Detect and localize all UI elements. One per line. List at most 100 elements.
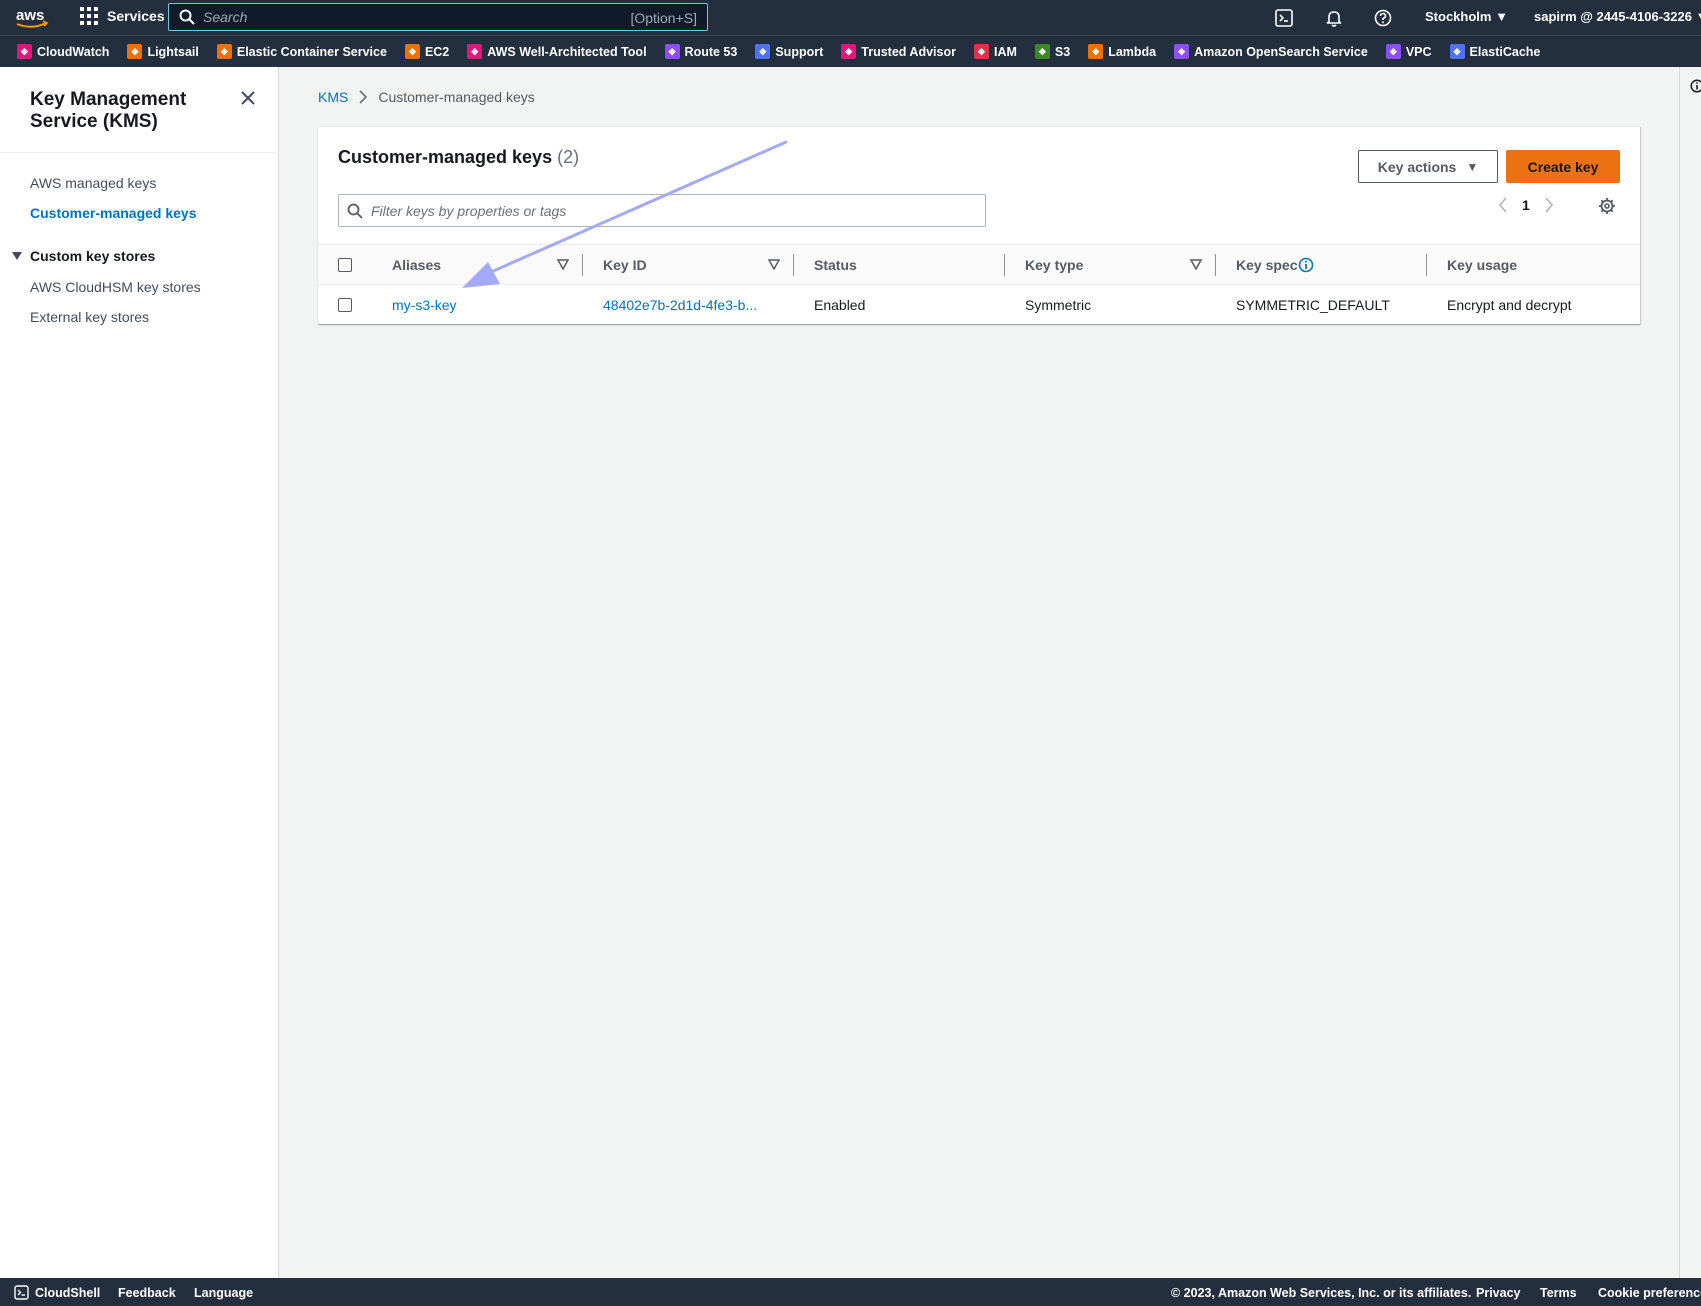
key-id-link[interactable]: 48402e7b-2d1d-4fe3-b... — [603, 297, 757, 313]
page-number[interactable]: 1 — [1522, 197, 1530, 213]
region-label: Stockholm — [1425, 9, 1492, 24]
favorite-item[interactable]: ◈ Lambda — [1088, 44, 1156, 59]
create-key-button[interactable]: Create key — [1506, 150, 1620, 183]
column-header-key-spec[interactable]: Key spec — [1236, 257, 1297, 273]
search-icon — [347, 203, 363, 219]
cloudshell-icon[interactable] — [1275, 8, 1293, 28]
service-icon: ◈ — [664, 44, 680, 59]
caret-down-icon: ▼ — [1495, 9, 1508, 24]
svg-text:aws: aws — [16, 7, 44, 24]
sidebar-section-label: Custom key stores — [30, 248, 156, 264]
region-selector[interactable]: Stockholm ▼ — [1425, 9, 1508, 24]
favorite-label: Lambda — [1108, 44, 1157, 59]
sidebar-item-aws-managed-keys[interactable]: AWS managed keys — [30, 175, 156, 191]
account-menu[interactable]: sapirm @ 2445-4106-3226 ▼ — [1534, 9, 1701, 24]
favorite-item[interactable]: ◈ Amazon OpenSearch Service — [1174, 44, 1368, 59]
sidebar-item-cloudhsm-key-stores[interactable]: AWS CloudHSM key stores — [30, 279, 201, 295]
services-menu[interactable]: Services — [80, 7, 165, 25]
info-icon[interactable] — [1690, 79, 1701, 93]
breadcrumb: KMS Customer-managed keys — [318, 89, 535, 105]
favorite-item[interactable]: ◈ ElastiCache — [1449, 44, 1541, 59]
column-divider[interactable] — [582, 254, 583, 276]
footer-terms[interactable]: Terms — [1540, 1286, 1577, 1300]
help-icon[interactable] — [1374, 8, 1392, 28]
key-usage: Encrypt and decrypt — [1447, 297, 1572, 313]
service-icon: ◈ — [1088, 44, 1104, 59]
favorite-item[interactable]: ◈ Elastic Container Service — [216, 44, 387, 59]
footer-cloudshell[interactable]: CloudShell — [35, 1286, 100, 1300]
panel-title-text: Customer-managed keys — [338, 147, 553, 167]
search-input[interactable]: Search [Option+S] — [168, 3, 708, 31]
column-header-aliases[interactable]: Aliases — [392, 257, 441, 273]
chevron-right-icon[interactable] — [1544, 197, 1554, 213]
favorite-item[interactable]: ◈ EC2 — [404, 44, 449, 59]
favorite-item[interactable]: ◈ VPC — [1385, 44, 1432, 59]
column-divider[interactable] — [1004, 254, 1005, 276]
favorite-item[interactable]: ◈ AWS Well-Architected Tool — [467, 44, 647, 59]
favorite-label: IAM — [993, 44, 1017, 59]
column-header-key-usage[interactable]: Key usage — [1447, 257, 1517, 273]
column-divider[interactable] — [793, 254, 794, 276]
column-header-status[interactable]: Status — [814, 257, 857, 273]
services-label: Services — [107, 8, 165, 24]
key-alias-link[interactable]: my-s3-key — [392, 297, 457, 313]
favorite-item[interactable]: ◈ Route 53 — [664, 44, 737, 59]
sidebar-item-external-key-stores[interactable]: External key stores — [30, 309, 149, 325]
aws-logo[interactable]: aws — [14, 5, 50, 31]
account-label: sapirm @ 2445-4106-3226 — [1534, 9, 1692, 24]
footer-feedback[interactable]: Feedback — [118, 1286, 176, 1300]
close-icon[interactable] — [238, 88, 258, 108]
column-header-key-id[interactable]: Key ID — [603, 257, 647, 273]
sort-icon[interactable] — [1190, 259, 1202, 270]
sidebar-section-custom-key-stores[interactable]: Custom key stores — [12, 248, 155, 264]
favorite-item[interactable]: ◈ Lightsail — [127, 44, 199, 59]
grid-icon — [80, 7, 98, 25]
sidebar-divider — [0, 152, 279, 153]
sort-icon[interactable] — [768, 259, 780, 270]
service-icon: ◈ — [216, 44, 232, 59]
caret-down-icon — [12, 252, 22, 260]
select-all-checkbox[interactable] — [338, 258, 352, 272]
key-actions-button[interactable]: Key actions ▼ — [1358, 150, 1498, 183]
bell-icon[interactable] — [1325, 8, 1343, 28]
filter-placeholder: Filter keys by properties or tags — [371, 202, 567, 219]
favorite-item[interactable]: ◈ Support — [755, 44, 823, 59]
footer-cookie-preferences[interactable]: Cookie preferences — [1598, 1286, 1701, 1300]
search-icon — [179, 9, 195, 25]
footer-privacy[interactable]: Privacy — [1476, 1286, 1520, 1300]
footer-language[interactable]: Language — [194, 1286, 253, 1300]
sidebar-item-customer-managed-keys[interactable]: Customer-managed keys — [30, 205, 197, 221]
favorite-item[interactable]: ◈ IAM — [973, 44, 1017, 59]
favorite-item[interactable]: ◈ CloudWatch — [17, 44, 109, 59]
filter-input[interactable]: Filter keys by properties or tags — [338, 194, 986, 227]
page-title: Customer-managed keys (2) — [338, 147, 579, 168]
favorites-bar: ◈ CloudWatch ◈ Lightsail ◈ Elastic Container … — [0, 35, 1701, 67]
key-type: Symmetric — [1025, 297, 1092, 313]
info-icon[interactable] — [1298, 257, 1314, 273]
column-divider[interactable] — [1426, 254, 1427, 276]
favorite-item[interactable]: ◈ S3 — [1034, 44, 1070, 59]
favorite-item[interactable]: ◈ Trusted Advisor — [841, 44, 956, 59]
sidebar: Key Management Service (KMS) AWS managed… — [0, 67, 279, 1278]
service-icon: ◈ — [973, 44, 989, 59]
favorite-label: Lightsail — [147, 44, 199, 59]
sidebar-title: Key Management Service (KMS) — [30, 89, 187, 132]
key-spec: SYMMETRIC_DEFAULT — [1236, 297, 1390, 313]
service-icon: ◈ — [127, 44, 143, 59]
favorite-label: Amazon OpenSearch Service — [1194, 44, 1368, 59]
gear-icon[interactable] — [1598, 197, 1616, 215]
service-icon: ◈ — [1034, 44, 1050, 59]
service-icon: ◈ — [1385, 44, 1401, 59]
favorite-label: CloudWatch — [37, 44, 110, 59]
cloudshell-icon[interactable] — [14, 1285, 29, 1300]
row-checkbox[interactable] — [338, 298, 352, 312]
sort-icon[interactable] — [557, 259, 569, 270]
service-icon: ◈ — [841, 44, 857, 59]
chevron-left-icon[interactable] — [1498, 197, 1508, 213]
key-status: Enabled — [814, 297, 866, 313]
column-header-key-type[interactable]: Key type — [1025, 257, 1083, 273]
favorite-label: ElastiCache — [1469, 44, 1541, 59]
column-divider[interactable] — [1215, 254, 1216, 276]
footer-copyright: © 2023, Amazon Web Services, Inc. or its… — [1171, 1286, 1472, 1300]
breadcrumb-kms-link[interactable]: KMS — [318, 89, 348, 105]
